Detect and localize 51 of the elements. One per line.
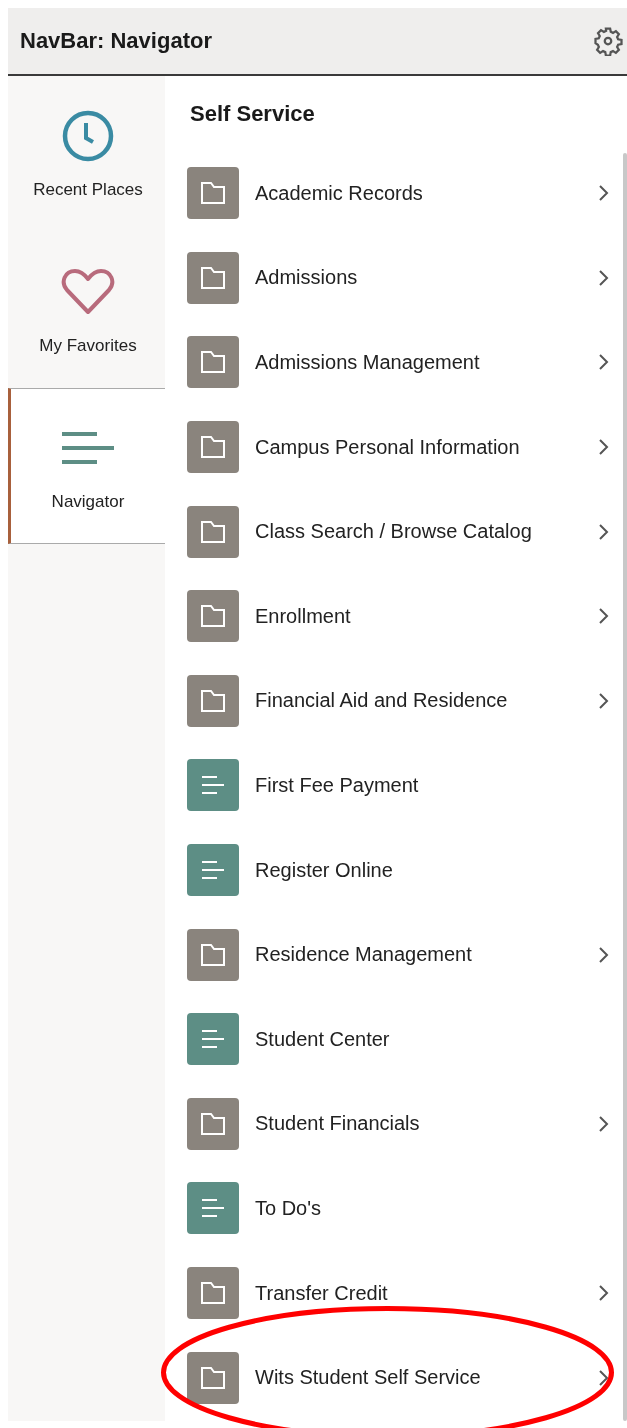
- sidebar-tab[interactable]: Navigator: [8, 388, 165, 544]
- clock-icon: [62, 110, 114, 162]
- folder-icon: [187, 1267, 239, 1319]
- page-lines-icon: [187, 759, 239, 812]
- chevron-right-icon: [598, 1114, 610, 1133]
- menu-item[interactable]: Student Financials: [165, 1081, 622, 1167]
- folder-icon: [187, 251, 239, 304]
- folder-icon: [187, 421, 239, 474]
- folder-icon: [187, 1351, 239, 1404]
- menu-item[interactable]: Financial Aid and Residence: [165, 658, 622, 744]
- menu-item[interactable]: Register Online: [165, 827, 622, 913]
- chevron-right-icon: [598, 522, 610, 541]
- header-title: NavBar: Navigator: [20, 28, 212, 54]
- menu-item[interactable]: Wits Student Self Service: [165, 1335, 622, 1420]
- sidebar-tab[interactable]: Recent Places: [8, 76, 165, 232]
- page-lines-icon: [187, 1182, 239, 1235]
- menu-item[interactable]: Student Center: [165, 996, 622, 1082]
- menu-item[interactable]: Campus Personal Information: [165, 404, 622, 490]
- chevron-right-icon: [598, 184, 610, 203]
- menu-item[interactable]: Admissions Management: [165, 320, 622, 405]
- menu-item[interactable]: Class Search / Browse Catalog: [165, 489, 622, 574]
- folder-icon: [187, 505, 239, 558]
- scrollbar[interactable]: [623, 153, 627, 1421]
- chevron-right-icon: [598, 945, 610, 964]
- folder-icon: [187, 1097, 239, 1150]
- page-lines-icon: [187, 844, 239, 897]
- chevron-right-icon: [598, 438, 610, 457]
- heart-icon: [61, 268, 115, 316]
- chevron-right-icon: [598, 691, 610, 710]
- menu-item[interactable]: Admissions: [165, 235, 622, 321]
- sidebar-tab[interactable]: My Favorites: [8, 232, 165, 388]
- folder-icon: [187, 336, 239, 389]
- folder-icon: [187, 590, 239, 643]
- folder-icon: [187, 674, 239, 727]
- page-lines-icon: [187, 1013, 239, 1066]
- navigator-lines-icon: [62, 431, 114, 465]
- menu-item[interactable]: Enrollment: [165, 573, 622, 659]
- menu-item[interactable]: To Do's: [165, 1166, 622, 1251]
- chevron-right-icon: [598, 1368, 610, 1387]
- settings-icon[interactable]: [593, 26, 623, 56]
- chevron-right-icon: [598, 1284, 610, 1302]
- menu-item[interactable]: Residence Management: [165, 912, 622, 997]
- chevron-right-icon: [598, 268, 610, 287]
- menu-item[interactable]: First Fee Payment: [165, 743, 622, 828]
- folder-icon: [187, 167, 239, 220]
- folder-icon: [187, 928, 239, 981]
- chevron-right-icon: [598, 607, 610, 626]
- chevron-right-icon: [598, 353, 610, 372]
- menu-item[interactable]: Transfer Credit: [165, 1250, 622, 1336]
- menu-item[interactable]: Academic Records: [165, 151, 622, 236]
- section-title: Self Service: [189, 100, 316, 128]
